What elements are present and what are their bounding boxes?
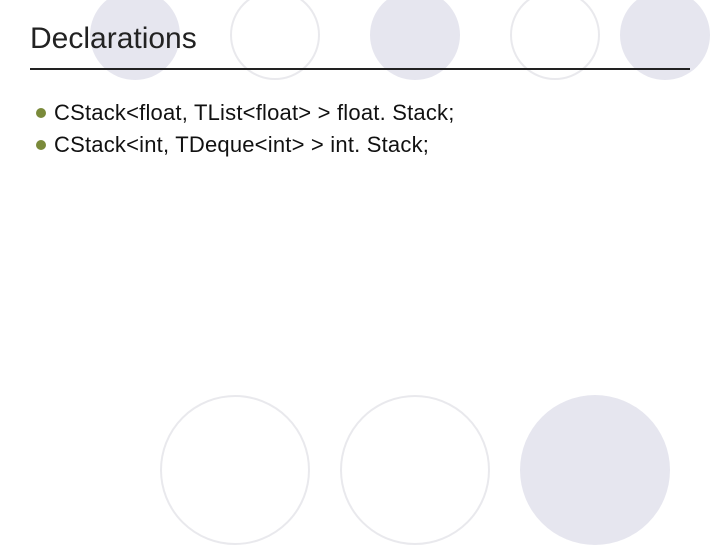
- decorative-circle: [340, 395, 490, 545]
- decorative-circle: [520, 395, 670, 545]
- decorative-circle: [160, 395, 310, 545]
- list-item: CStack<float, TList<float> > float. Stac…: [36, 100, 676, 126]
- title-container: Declarations: [30, 22, 690, 70]
- slide-title: Declarations: [30, 22, 690, 70]
- list-item: CStack<int, TDeque<int> > int. Stack;: [36, 132, 676, 158]
- list-item-text: CStack<float, TList<float> > float. Stac…: [54, 100, 455, 126]
- bullet-icon: [36, 108, 46, 118]
- background-circles: [0, 0, 720, 540]
- list-item-text: CStack<int, TDeque<int> > int. Stack;: [54, 132, 429, 158]
- bullet-icon: [36, 140, 46, 150]
- content-area: CStack<float, TList<float> > float. Stac…: [36, 100, 676, 164]
